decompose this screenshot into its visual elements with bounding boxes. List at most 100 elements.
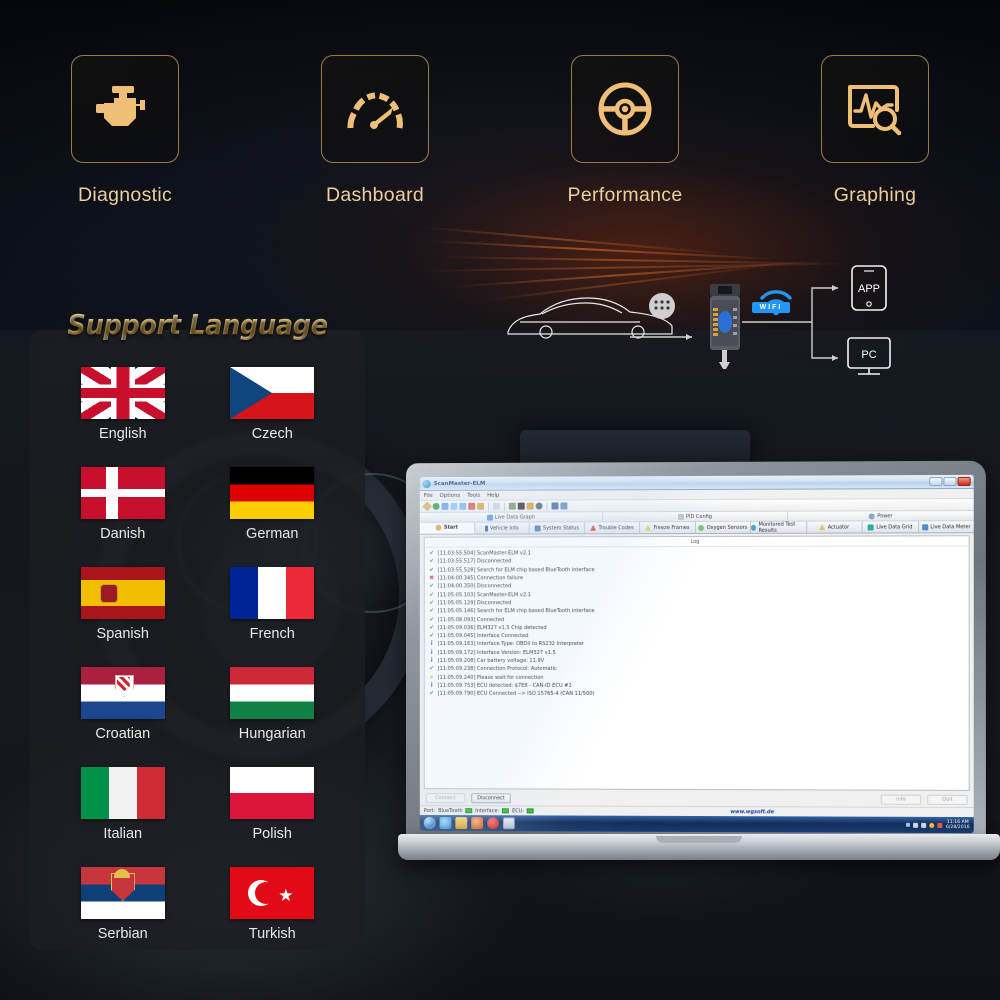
tab-live-data-meter[interactable]: Live Data Meter <box>919 521 974 532</box>
language-item-french[interactable]: French <box>198 567 348 642</box>
opera-icon[interactable] <box>487 817 499 829</box>
log-row: ✔ [11:05:09.238] Connection Protocol: Aut… <box>429 665 969 674</box>
language-label: Croatian <box>95 726 150 742</box>
scanmaster-taskbar-icon[interactable] <box>503 817 515 829</box>
port-value: BlueTooth <box>438 808 462 814</box>
tray-battery-icon[interactable] <box>930 822 935 827</box>
close-button[interactable] <box>958 477 971 486</box>
log-row: ✔ [11:05:08.093] Connected <box>429 615 969 624</box>
log-row: ✔ [11:05:09.790] ECU Connected --> ISO 15… <box>429 690 969 699</box>
steering-wheel-icon <box>596 80 654 138</box>
explorer-icon[interactable] <box>455 817 467 829</box>
toolbar-separator <box>547 502 548 510</box>
tray-network-icon[interactable] <box>914 822 919 827</box>
tab-vehicle-info[interactable]: Vehicle Info <box>475 522 530 533</box>
language-item-italian[interactable]: Italian <box>48 767 198 842</box>
log-text: [11:03:55.528] Search for ELM chip based… <box>438 567 595 573</box>
tab-freeze-frames[interactable]: Freeze Frames <box>640 522 695 533</box>
feature-label: Dashboard <box>326 184 424 207</box>
minimize-button[interactable] <box>929 477 942 486</box>
language-item-danish[interactable]: Danish <box>48 467 198 542</box>
tab-monitored-test-results[interactable]: Monitored Test Results <box>751 522 807 533</box>
start-button-icon[interactable] <box>424 817 436 829</box>
feature-item-performance[interactable]: Performance <box>500 55 750 207</box>
feature-item-dashboard[interactable]: Dashboard <box>250 55 500 207</box>
laptop-screen: ScanMaster-ELM File Options Tools Help L… <box>420 475 974 833</box>
car-icon <box>508 298 672 338</box>
tab-label: Freeze Frames <box>654 525 690 531</box>
wrench-icon[interactable] <box>422 501 432 511</box>
menu-item-tools[interactable]: Tools <box>467 492 480 498</box>
connect-button[interactable]: Connect <box>426 793 466 803</box>
feature-label: Diagnostic <box>78 184 172 207</box>
info-button[interactable]: Info <box>881 795 921 805</box>
tab-live-data-graph[interactable]: Live Data Graph <box>420 512 603 522</box>
menu-item-options[interactable]: Options <box>440 492 461 498</box>
quit-button[interactable]: Quit <box>927 795 967 805</box>
tab-pid-config[interactable]: PID Config <box>603 512 788 522</box>
browser-icon[interactable] <box>440 817 452 829</box>
log-list[interactable]: ✔ [11:03:55.504] ScanMaster-ELM v2.1 ✔ [11… <box>425 546 969 790</box>
language-item-czech[interactable]: Czech <box>198 367 348 442</box>
tab-power[interactable]: Power <box>788 511 974 521</box>
tab-label: Live Data Graph <box>495 514 535 520</box>
feature-icon-box <box>321 55 429 163</box>
language-item-english[interactable]: English <box>48 367 198 442</box>
flame-icon[interactable] <box>477 503 484 510</box>
website-link[interactable]: www.wgsoft.de <box>730 809 774 815</box>
tab-live-data-grid[interactable]: Live Data Grid <box>863 521 919 532</box>
feature-item-graphing[interactable]: Graphing <box>750 55 1000 207</box>
language-item-serbian[interactable]: Serbian <box>48 867 198 942</box>
log-row: i [11:05:09.208] Car battery voltage: 11.… <box>429 657 969 665</box>
language-item-hungarian[interactable]: Hungarian <box>198 667 348 742</box>
language-item-turkish[interactable]: ★ Turkish <box>198 867 348 942</box>
flag-czech-icon <box>230 367 314 419</box>
menu-item-file[interactable]: File <box>424 492 433 498</box>
globe-icon[interactable] <box>433 503 440 510</box>
language-item-german[interactable]: German <box>198 467 348 542</box>
media-player-icon[interactable] <box>471 817 483 829</box>
tray-flag-icon[interactable] <box>938 822 943 827</box>
tab-start[interactable]: Start <box>420 523 475 534</box>
usb-icon[interactable] <box>552 502 559 509</box>
table-icon[interactable] <box>450 503 457 510</box>
tab-system-status[interactable]: System Status <box>530 522 585 533</box>
tab-oxygen-sensors[interactable]: Oxygen Sensors <box>695 522 751 533</box>
toolbar-separator <box>504 502 505 510</box>
log-text: [11:05:09.208] Car battery voltage: 11.9… <box>438 658 545 664</box>
printer-icon[interactable] <box>560 502 567 509</box>
language-item-spanish[interactable]: Spanish <box>48 567 198 642</box>
log-row: ✔ [11:05:09.036] ELM327 v1.5 Chip detecte… <box>429 623 969 632</box>
window-controls <box>929 477 970 486</box>
tab-actuator[interactable]: Actuator <box>807 521 863 532</box>
chart-icon[interactable] <box>468 503 475 510</box>
tray-volume-icon[interactable] <box>922 822 927 827</box>
stop-icon[interactable] <box>518 503 525 510</box>
battery-icon[interactable] <box>527 503 534 510</box>
menu-item-help[interactable]: Help <box>487 492 499 498</box>
check-icon: ✔ <box>429 608 435 614</box>
report-icon[interactable] <box>442 503 449 510</box>
flag-uk-icon <box>81 367 165 419</box>
info-icon <box>485 525 488 531</box>
feature-item-diagnostic[interactable]: Diagnostic <box>0 55 250 207</box>
status-icon <box>535 525 541 531</box>
sensor-icon[interactable] <box>536 503 543 510</box>
disconnect-button[interactable]: Disconnect <box>471 793 511 803</box>
tab-trouble-codes[interactable]: Trouble Codes <box>585 522 640 533</box>
maximize-button[interactable] <box>943 477 956 486</box>
power-icon <box>869 513 875 519</box>
grid-icon <box>868 524 874 530</box>
grid-icon[interactable] <box>459 503 466 510</box>
copy-icon[interactable] <box>493 503 500 510</box>
taskbar-clock[interactable]: 11:16 AM 6/28/2016 <box>946 820 970 831</box>
tag-icon[interactable] <box>509 503 516 510</box>
laptop-base <box>398 834 1000 860</box>
graph-search-icon <box>846 81 904 137</box>
flag-poland-icon <box>230 767 314 819</box>
tray-arrow-icon[interactable] <box>906 823 910 827</box>
check-icon: ✔ <box>429 600 435 606</box>
language-item-polish[interactable]: Polish <box>198 767 348 842</box>
language-label: Polish <box>253 826 293 842</box>
language-item-croatian[interactable]: Croatian <box>48 667 198 742</box>
